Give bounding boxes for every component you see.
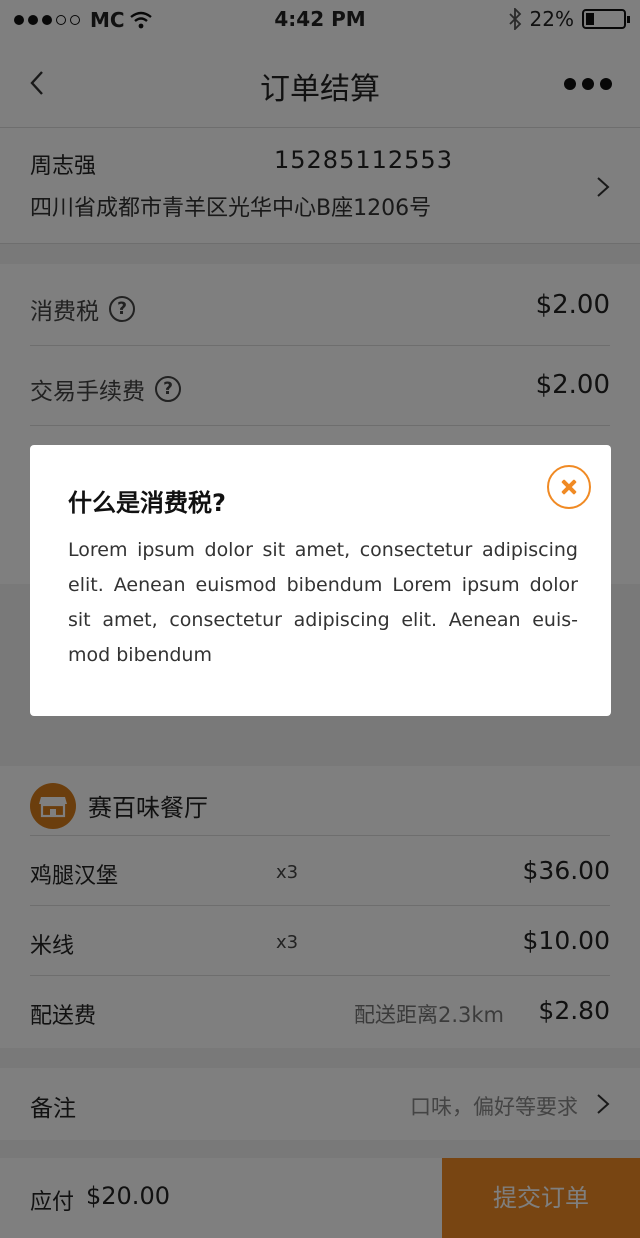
dialog-title: 什么是消费税? <box>68 489 226 517</box>
tax-info-dialog: 什么是消费税? Lorem ipsum dolor sit amet, cons… <box>30 445 611 716</box>
dialog-body: Lorem ipsum dolor sit amet, consectetur … <box>68 539 578 666</box>
close-icon[interactable] <box>547 465 591 509</box>
